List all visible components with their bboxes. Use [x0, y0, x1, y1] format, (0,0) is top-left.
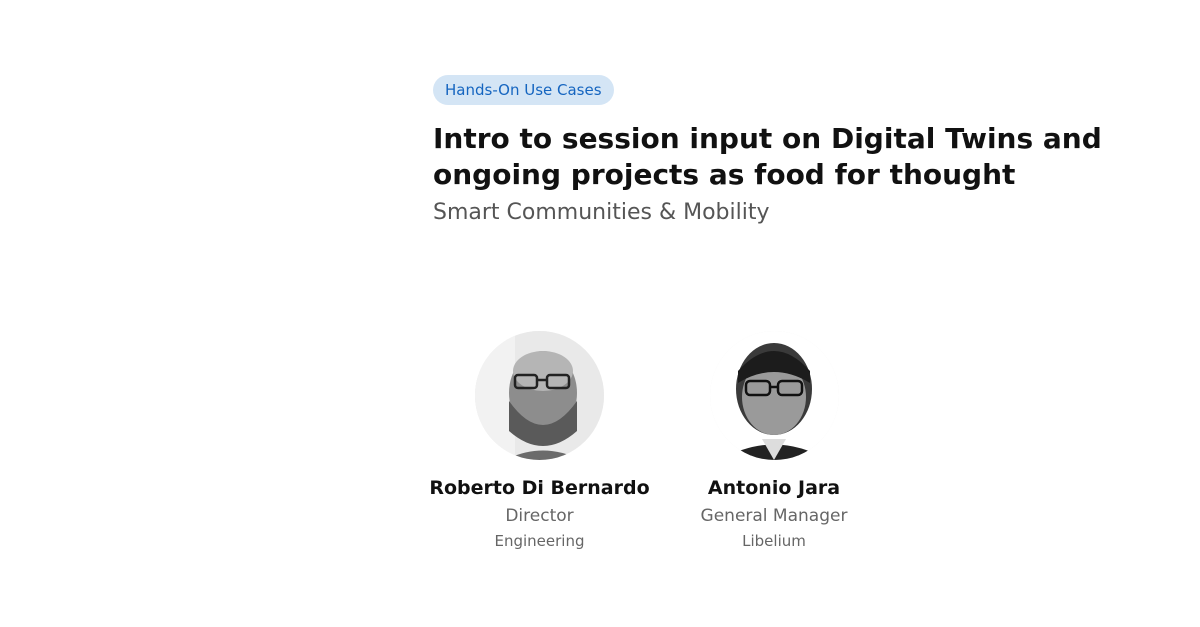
speaker-role: General Manager: [700, 506, 848, 526]
speaker-organization: Libelium: [742, 532, 806, 550]
speaker-photo-icon: [475, 331, 604, 460]
speakers-list: Roberto Di Bernardo Director Engineering…: [429, 331, 852, 551]
speaker-organization: Engineering: [494, 532, 585, 550]
category-tag[interactable]: Hands-On Use Cases: [433, 75, 614, 105]
avatar: [475, 331, 604, 460]
speaker-card[interactable]: Antonio Jara General Manager Libelium: [696, 331, 852, 551]
session-track: Smart Communities & Mobility: [433, 200, 770, 225]
speaker-photo-icon: [709, 331, 839, 460]
session-header: Hands-On Use Cases Intro to session inpu…: [433, 75, 1173, 229]
speaker-name: Roberto Di Bernardo: [429, 477, 650, 499]
speaker-role: Director: [505, 506, 574, 526]
avatar: [709, 331, 839, 460]
session-title: Intro to session input on Digital Twins …: [433, 122, 1102, 191]
speaker-card[interactable]: Roberto Di Bernardo Director Engineering: [429, 331, 650, 551]
speaker-name: Antonio Jara: [707, 477, 841, 499]
